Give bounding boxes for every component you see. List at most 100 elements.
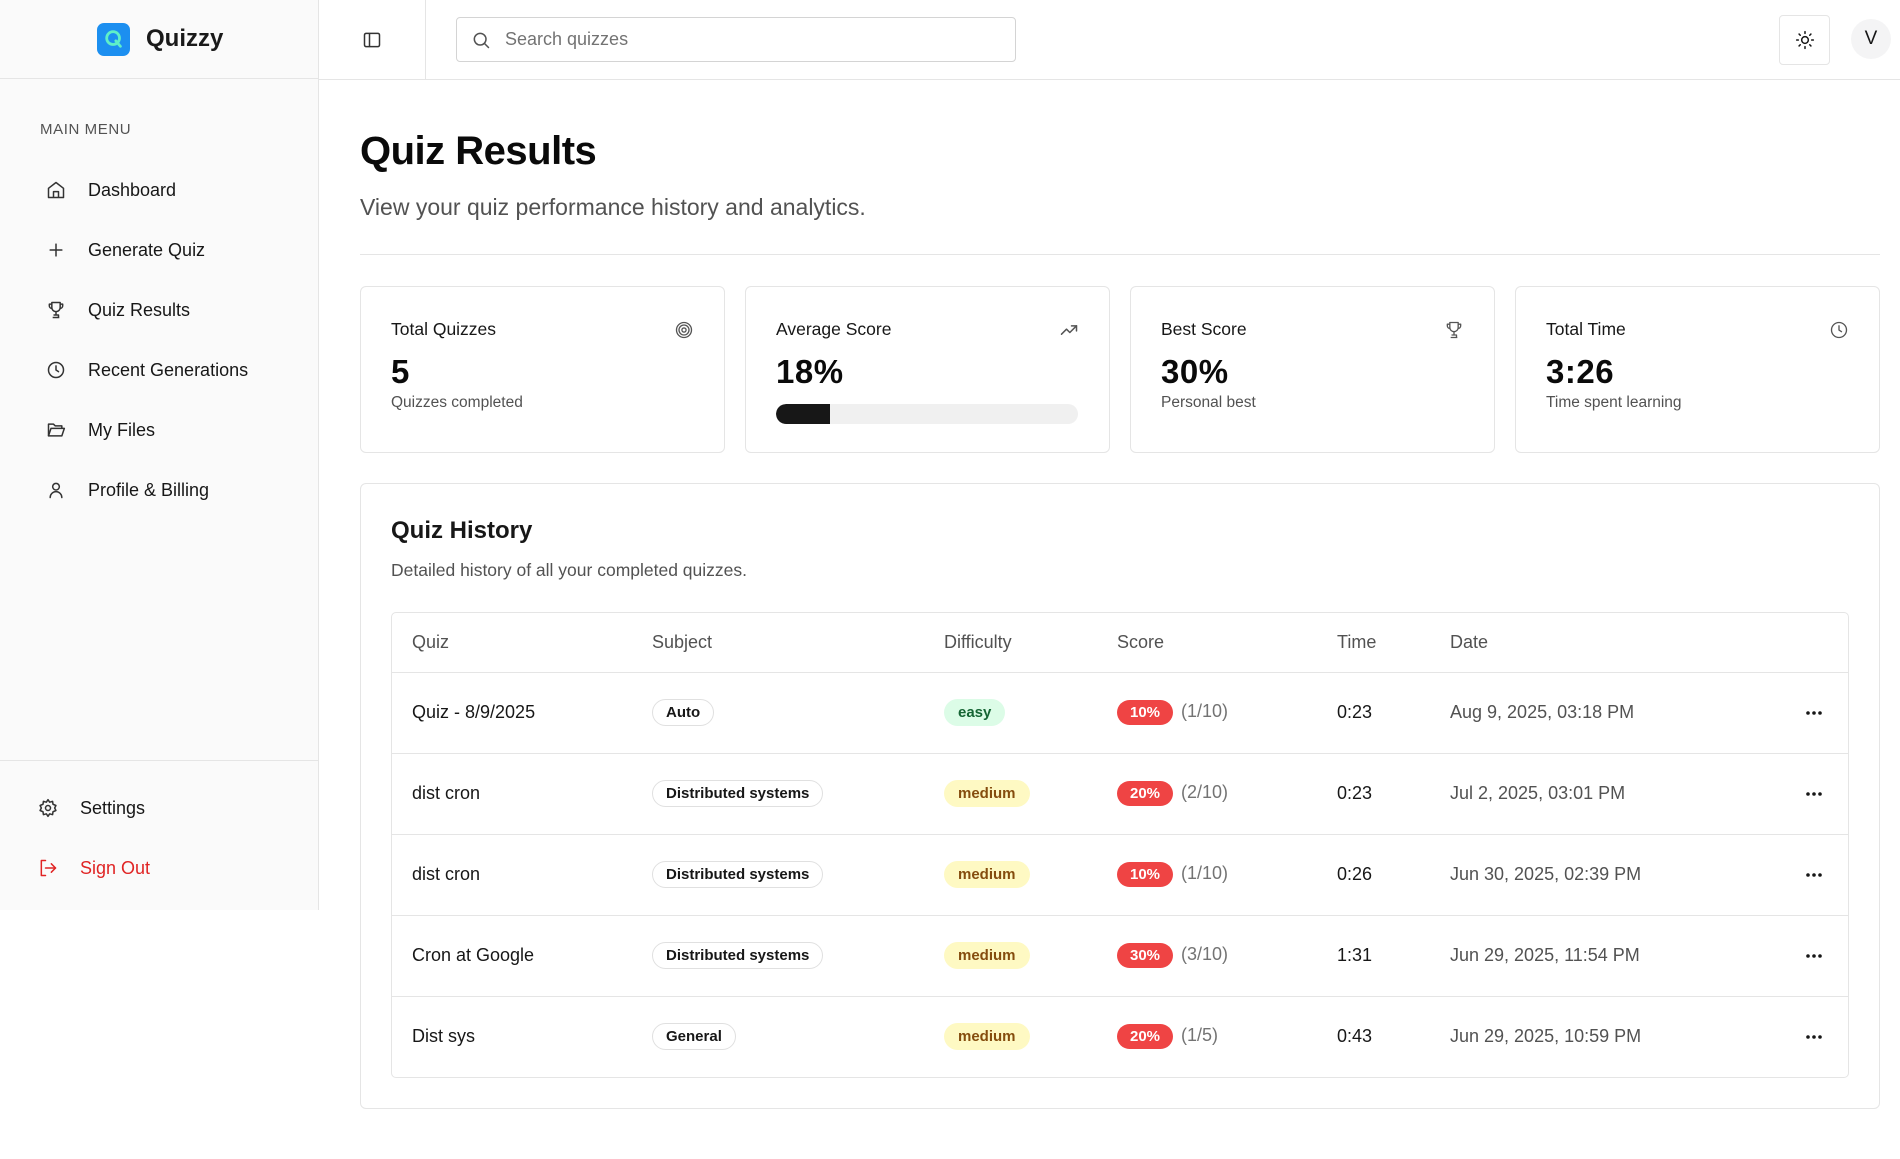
sidebar-item-dashboard[interactable]: Dashboard	[38, 160, 298, 220]
table-row[interactable]: Quiz - 8/9/2025 Auto easy 10% (1/10) 0:23…	[392, 672, 1848, 753]
brand-name: Quizzy	[146, 25, 224, 52]
subject-cell: Distributed systems	[652, 834, 944, 915]
quizzy-logo-icon	[97, 22, 130, 56]
difficulty-cell: medium	[944, 834, 1117, 915]
table-row[interactable]: dist cron Distributed systems medium 10%…	[392, 834, 1848, 915]
brand[interactable]: Quizzy	[0, 0, 318, 79]
stat-value: 18%	[776, 353, 844, 390]
time-cell: 1:31	[1337, 945, 1373, 965]
difficulty-badge: medium	[944, 1023, 1030, 1051]
gear-icon	[39, 798, 57, 818]
subject-badge: Distributed systems	[652, 942, 824, 969]
quiz-name: Cron at Google	[412, 945, 535, 965]
quiz-name: dist cron	[412, 864, 481, 884]
more-actions-button[interactable]	[1799, 779, 1829, 809]
more-actions-button[interactable]	[1799, 698, 1829, 728]
sidebar-toggle-button[interactable]	[362, 30, 382, 50]
difficulty-badge: medium	[944, 780, 1030, 807]
column-header-subject: Subject	[652, 631, 713, 652]
score-fraction: (1/10)	[1181, 701, 1229, 721]
score-fraction: (1/10)	[1181, 863, 1229, 883]
stat-card-total-quizzes: Total Quizzes 5 Quizzes completed	[360, 286, 725, 453]
more-actions-button[interactable]	[1799, 860, 1829, 890]
score-badge: 20%	[1117, 1024, 1174, 1050]
search-input[interactable]: Search quizzes	[456, 17, 1016, 62]
theme-toggle-button[interactable]	[1779, 15, 1830, 65]
subject-badge: General	[652, 1023, 736, 1051]
stats-row: Total Quizzes 5 Quizzes completed Averag…	[360, 286, 1880, 453]
score-fraction: (2/10)	[1181, 782, 1229, 802]
clock-icon	[47, 361, 65, 379]
date-cell: Jun 29, 2025, 10:59 PM	[1450, 1026, 1642, 1047]
sidebar-item-label: Recent Generations	[88, 359, 249, 380]
score-fraction: (1/5)	[1181, 1025, 1219, 1046]
difficulty-badge: medium	[944, 942, 1030, 969]
more-actions-button[interactable]	[1799, 1022, 1829, 1052]
stat-caption: Quizzes completed	[391, 394, 523, 411]
stat-caption: Time spent learning	[1546, 394, 1682, 411]
difficulty-cell: easy	[944, 672, 1117, 753]
column-header-time: Time	[1337, 631, 1377, 652]
table-row[interactable]: dist cron Distributed systems medium 20%…	[392, 753, 1848, 834]
more-horizontal-icon	[1806, 710, 1822, 715]
score-cell: 10% (1/10)	[1117, 672, 1337, 753]
sign-out-button[interactable]: Sign Out	[0, 838, 318, 898]
main-menu-title: MAIN MENU	[40, 121, 132, 138]
folder-open-icon	[47, 423, 66, 437]
search-placeholder: Search quizzes	[505, 29, 629, 49]
actions-cell	[1780, 915, 1848, 996]
plus-icon	[49, 243, 63, 257]
quiz-history-card: Quiz History Detailed history of all you…	[360, 483, 1880, 1109]
score-cell: 30% (3/10)	[1117, 915, 1337, 996]
quiz-name: Quiz - 8/9/2025	[412, 702, 536, 722]
table-row[interactable]: Dist sys General medium 20% (1/5) 0:43 Ju…	[392, 996, 1848, 1077]
date-cell: Jun 30, 2025, 02:39 PM	[1450, 864, 1642, 884]
time-cell: 0:26	[1337, 864, 1373, 884]
sun-icon	[1795, 30, 1814, 50]
quiz-history-subtitle: Detailed history of all your completed q…	[391, 560, 748, 580]
avatar[interactable]: V	[1851, 19, 1891, 59]
score-badge: 20%	[1117, 781, 1174, 806]
sidebar-item-label: Quiz Results	[88, 299, 191, 320]
settings-link[interactable]: Settings	[0, 778, 318, 838]
sidebar-item-quiz-results[interactable]: Quiz Results	[38, 280, 298, 340]
more-horizontal-icon	[1806, 953, 1822, 958]
score-cell: 10% (1/10)	[1117, 834, 1337, 915]
sidebar: Quizzy MAIN MENU Dashboard Generate Quiz…	[0, 0, 319, 910]
sidebar-item-recent-generations[interactable]: Recent Generations	[38, 340, 298, 400]
score-badge: 10%	[1117, 862, 1174, 887]
trophy-icon	[48, 301, 64, 319]
time-cell: 0:23	[1337, 783, 1373, 803]
sidebar-item-my-files[interactable]: My Files	[38, 400, 298, 460]
difficulty-badge: easy	[944, 699, 1006, 726]
more-horizontal-icon	[1806, 791, 1822, 796]
stat-value: 30%	[1161, 353, 1229, 390]
more-actions-button[interactable]	[1799, 941, 1829, 971]
stat-card-average-score: Average Score 18%	[745, 286, 1110, 453]
main-nav: Dashboard Generate Quiz Quiz Results Rec…	[38, 160, 298, 520]
trending-up-icon	[1060, 325, 1078, 335]
score-badge: 10%	[1117, 700, 1174, 725]
quiz-name: dist cron	[412, 783, 481, 803]
table-row[interactable]: Cron at Google Distributed systems mediu…	[392, 915, 1848, 996]
quiz-history-title: Quiz History	[391, 517, 533, 544]
subject-badge: Auto	[652, 699, 715, 726]
quiz-history-table: Quiz Subject Difficulty Score Time Date …	[391, 612, 1849, 1078]
stat-card-best-score: Best Score 30% Personal best	[1130, 286, 1495, 453]
stat-value: 5	[391, 353, 410, 390]
sidebar-item-label: My Files	[88, 419, 155, 440]
actions-cell	[1780, 996, 1848, 1077]
trophy-icon	[1446, 321, 1462, 339]
home-icon	[47, 181, 65, 199]
column-header-difficulty: Difficulty	[944, 631, 1012, 652]
average-score-progress	[776, 404, 1078, 424]
user-icon	[49, 482, 63, 499]
sidebar-item-profile-billing[interactable]: Profile & Billing	[38, 460, 298, 520]
settings-label: Settings	[80, 797, 146, 818]
sidebar-item-label: Dashboard	[88, 179, 177, 200]
subject-badge: Distributed systems	[652, 780, 824, 807]
search-icon	[473, 32, 490, 48]
sidebar-item-generate-quiz[interactable]: Generate Quiz	[38, 220, 298, 280]
stat-caption: Personal best	[1161, 394, 1256, 411]
divider	[360, 254, 1880, 255]
